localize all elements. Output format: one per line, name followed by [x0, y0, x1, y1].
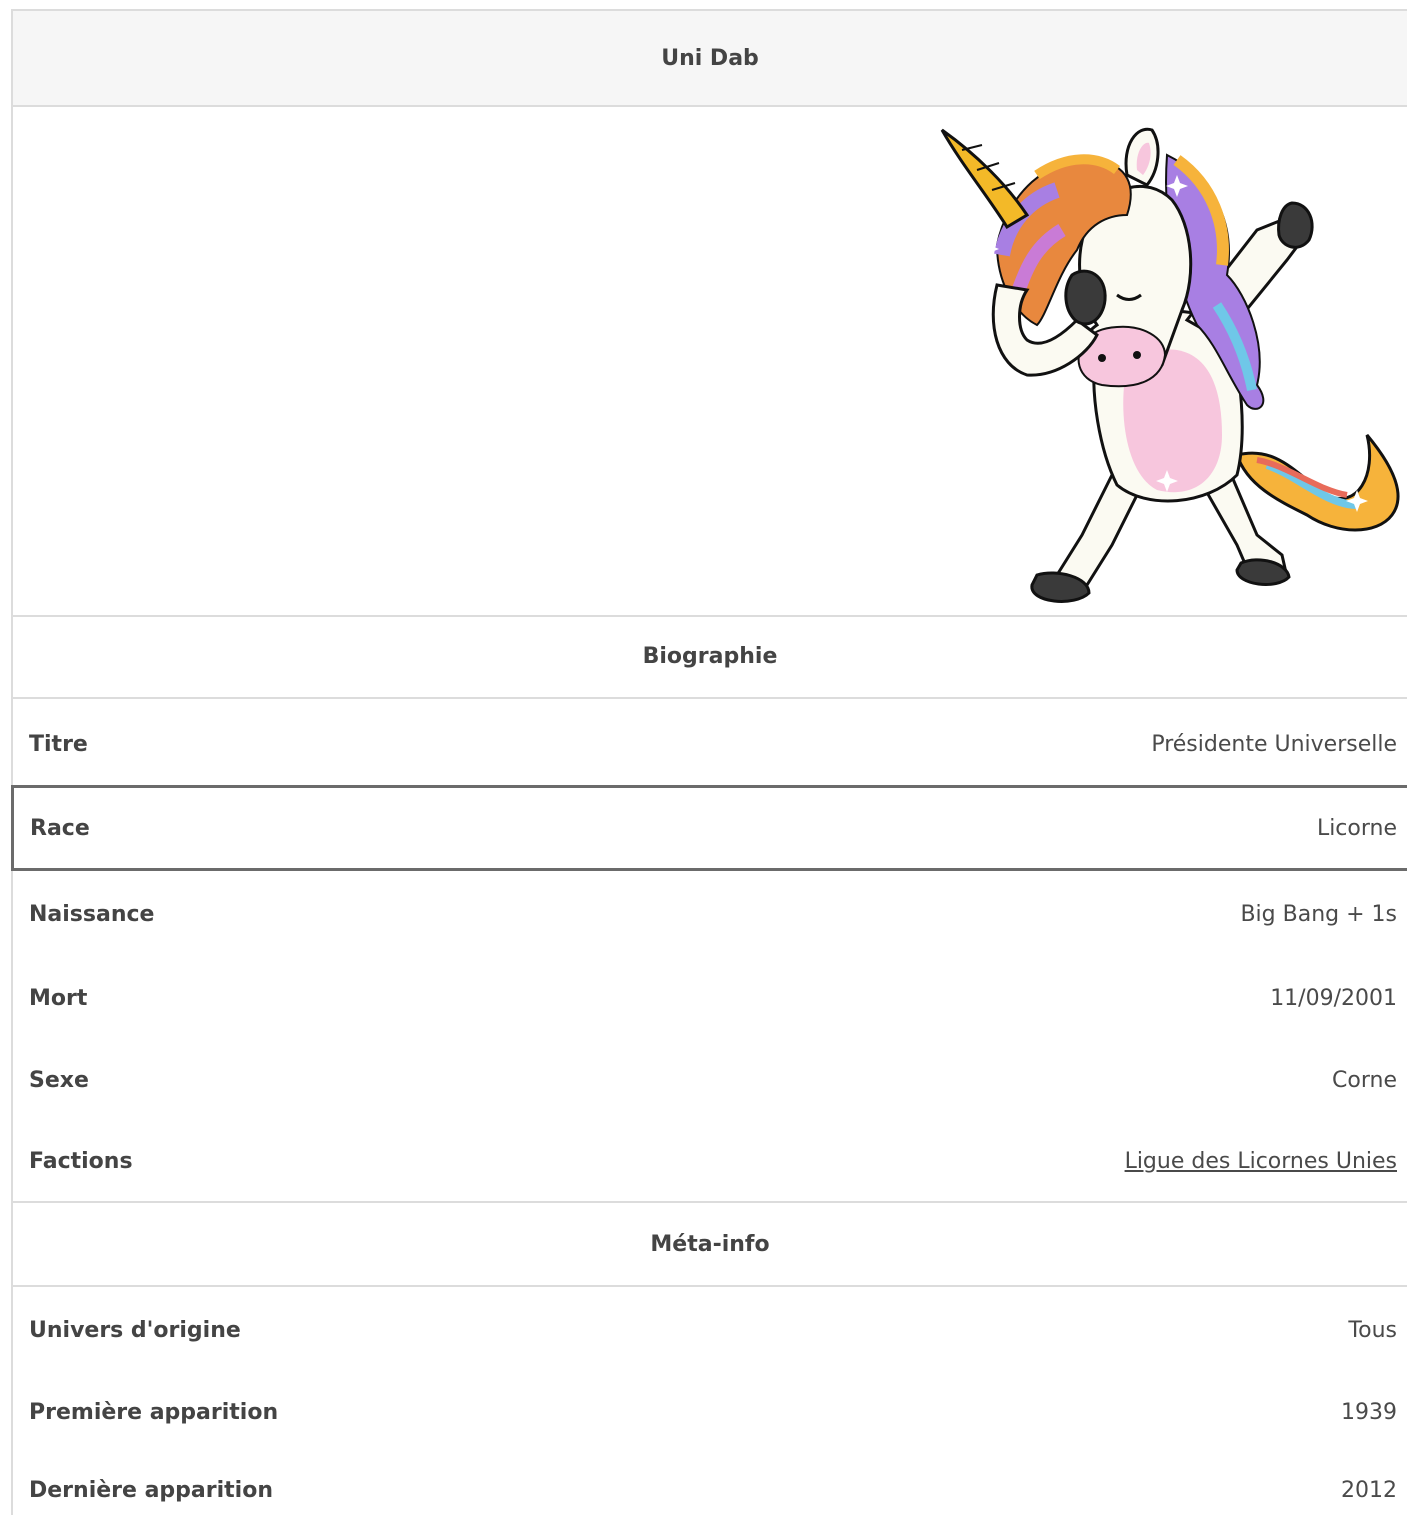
row-label: Sexe — [29, 1067, 89, 1093]
info-row-last-appearance: Dernière apparition 2012 — [13, 1453, 1407, 1527]
info-row-sex: Sexe Corne — [13, 1039, 1407, 1121]
info-row-first-appearance: Première apparition 1939 — [13, 1371, 1407, 1453]
info-row-origin-universe: Univers d'origine Tous — [13, 1289, 1407, 1371]
row-value: Licorne — [1316, 815, 1397, 841]
info-row-title: Titre Présidente Universelle — [13, 701, 1407, 787]
row-value: 2012 — [1341, 1477, 1397, 1503]
infobox-title: Uni Dab — [13, 11, 1407, 107]
row-label: Dernière apparition — [29, 1477, 273, 1503]
info-row-birth: Naissance Big Bang + 1s — [13, 871, 1407, 957]
row-label: Naissance — [29, 901, 155, 927]
dabbing-unicorn-illustration[interactable] — [937, 115, 1407, 605]
row-label: Univers d'origine — [29, 1317, 241, 1343]
row-value: Tous — [1348, 1317, 1397, 1343]
row-label: Race — [30, 815, 90, 841]
row-value: Présidente Universelle — [1151, 731, 1397, 757]
section-heading-meta: Méta-info — [13, 1203, 1407, 1287]
row-label: Mort — [29, 985, 88, 1011]
row-value: 11/09/2001 — [1270, 985, 1397, 1011]
row-label: Première apparition — [29, 1399, 279, 1425]
info-row-death: Mort 11/09/2001 — [13, 957, 1407, 1039]
infobox-image-cell — [13, 107, 1407, 617]
faction-link[interactable]: Ligue des Licornes Unies — [1125, 1149, 1397, 1174]
row-label: Titre — [29, 731, 88, 757]
row-value: Corne — [1332, 1067, 1397, 1093]
info-row-race[interactable]: Race Licorne — [11, 785, 1407, 871]
row-label: Factions — [29, 1148, 133, 1174]
info-row-factions: Factions Ligue des Licornes Unies — [13, 1121, 1407, 1203]
row-value: Big Bang + 1s — [1240, 901, 1397, 927]
row-value: 1939 — [1341, 1399, 1397, 1425]
section-heading-biography: Biographie — [13, 615, 1407, 699]
character-infobox: Uni Dab Biographie Titre Présidente Univ… — [11, 9, 1407, 1515]
